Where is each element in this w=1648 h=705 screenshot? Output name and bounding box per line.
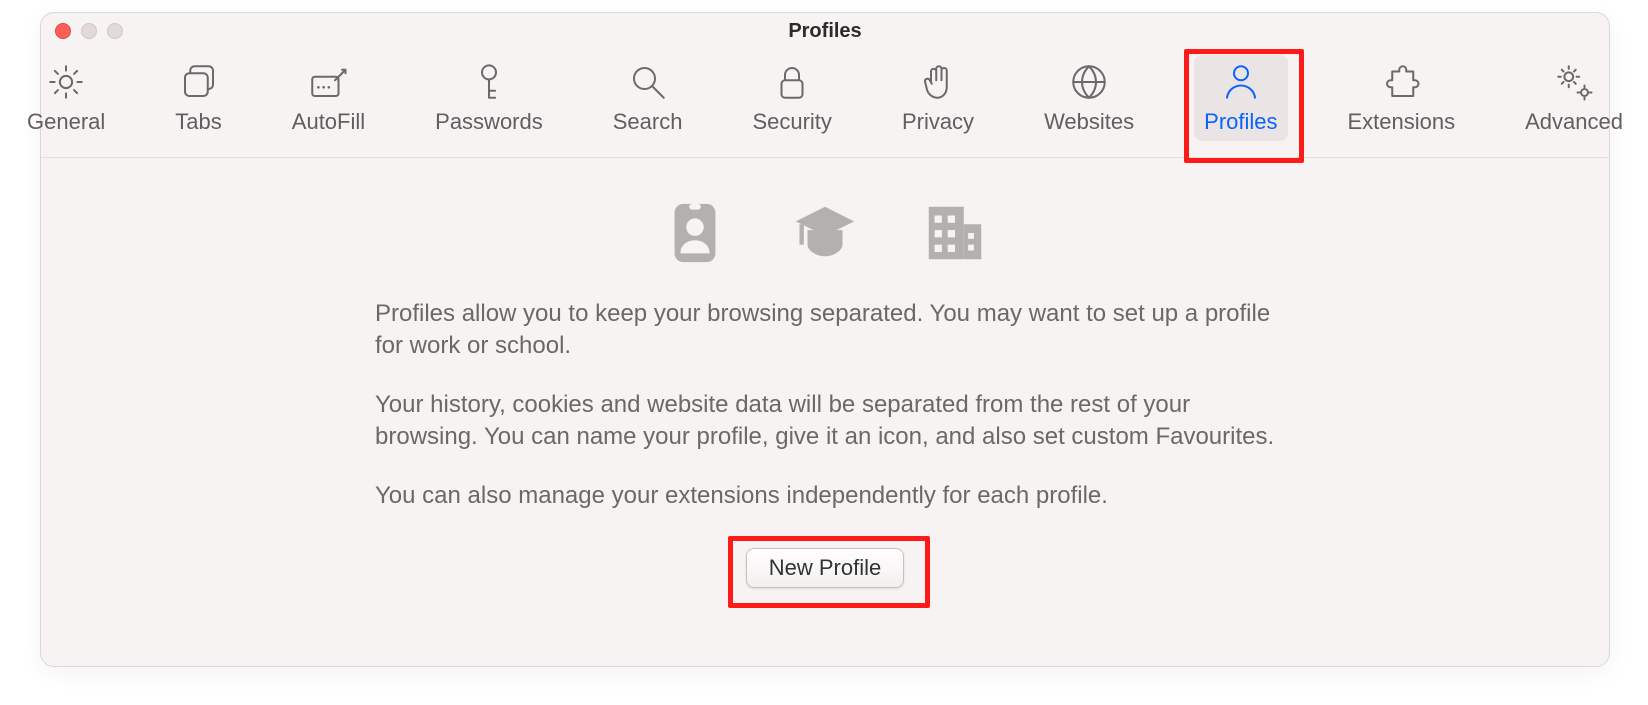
puzzle-icon (1380, 61, 1422, 103)
gears-icon (1553, 61, 1595, 103)
tab-security[interactable]: Security (742, 55, 841, 141)
tab-label: Profiles (1204, 109, 1277, 135)
window-controls (55, 23, 123, 39)
tab-label: Passwords (435, 109, 543, 135)
tab-label: Search (613, 109, 683, 135)
search-icon (627, 61, 669, 103)
key-icon (468, 61, 510, 103)
tab-privacy[interactable]: Privacy (892, 55, 984, 141)
profiles-content: Profiles allow you to keep your browsing… (41, 158, 1609, 705)
graduation-icon (790, 198, 860, 268)
tab-label: General (27, 109, 105, 135)
tab-label: Tabs (175, 109, 221, 135)
tab-profiles[interactable]: Profiles (1194, 55, 1287, 141)
tab-websites[interactable]: Websites (1034, 55, 1144, 141)
tab-label: Extensions (1348, 109, 1456, 135)
window-title: Profiles (41, 20, 1609, 43)
profiles-description-1: Profiles allow you to keep your browsing… (375, 298, 1275, 363)
tabs-icon (178, 61, 220, 103)
profiles-hero-icons (660, 198, 990, 268)
preferences-toolbar: General Tabs AutoFill Pass (41, 49, 1609, 158)
building-icon (920, 198, 990, 268)
tab-label: AutoFill (292, 109, 365, 135)
tab-advanced[interactable]: Advanced (1515, 55, 1633, 141)
tab-general[interactable]: General (17, 55, 115, 141)
hand-icon (917, 61, 959, 103)
globe-icon (1068, 61, 1110, 103)
lock-icon (771, 61, 813, 103)
tab-label: Security (752, 109, 831, 135)
window-minimize-button[interactable] (81, 23, 97, 39)
tab-extensions[interactable]: Extensions (1338, 55, 1466, 141)
profiles-description-2: Your history, cookies and website data w… (375, 389, 1275, 454)
window-close-button[interactable] (55, 23, 71, 39)
tab-label: Websites (1044, 109, 1134, 135)
tab-search[interactable]: Search (603, 55, 693, 141)
new-profile-button[interactable]: New Profile (746, 548, 904, 588)
titlebar: Profiles (41, 13, 1609, 49)
autofill-icon (307, 61, 349, 103)
tab-autofill[interactable]: AutoFill (282, 55, 375, 141)
badge-icon (660, 198, 730, 268)
tab-label: Privacy (902, 109, 974, 135)
window-zoom-button[interactable] (107, 23, 123, 39)
profile-icon (1220, 61, 1262, 103)
gear-icon (45, 61, 87, 103)
profiles-description-3: You can also manage your extensions inde… (375, 480, 1275, 512)
tab-tabs[interactable]: Tabs (165, 55, 231, 141)
tab-label: Advanced (1525, 109, 1623, 135)
tab-passwords[interactable]: Passwords (425, 55, 553, 141)
